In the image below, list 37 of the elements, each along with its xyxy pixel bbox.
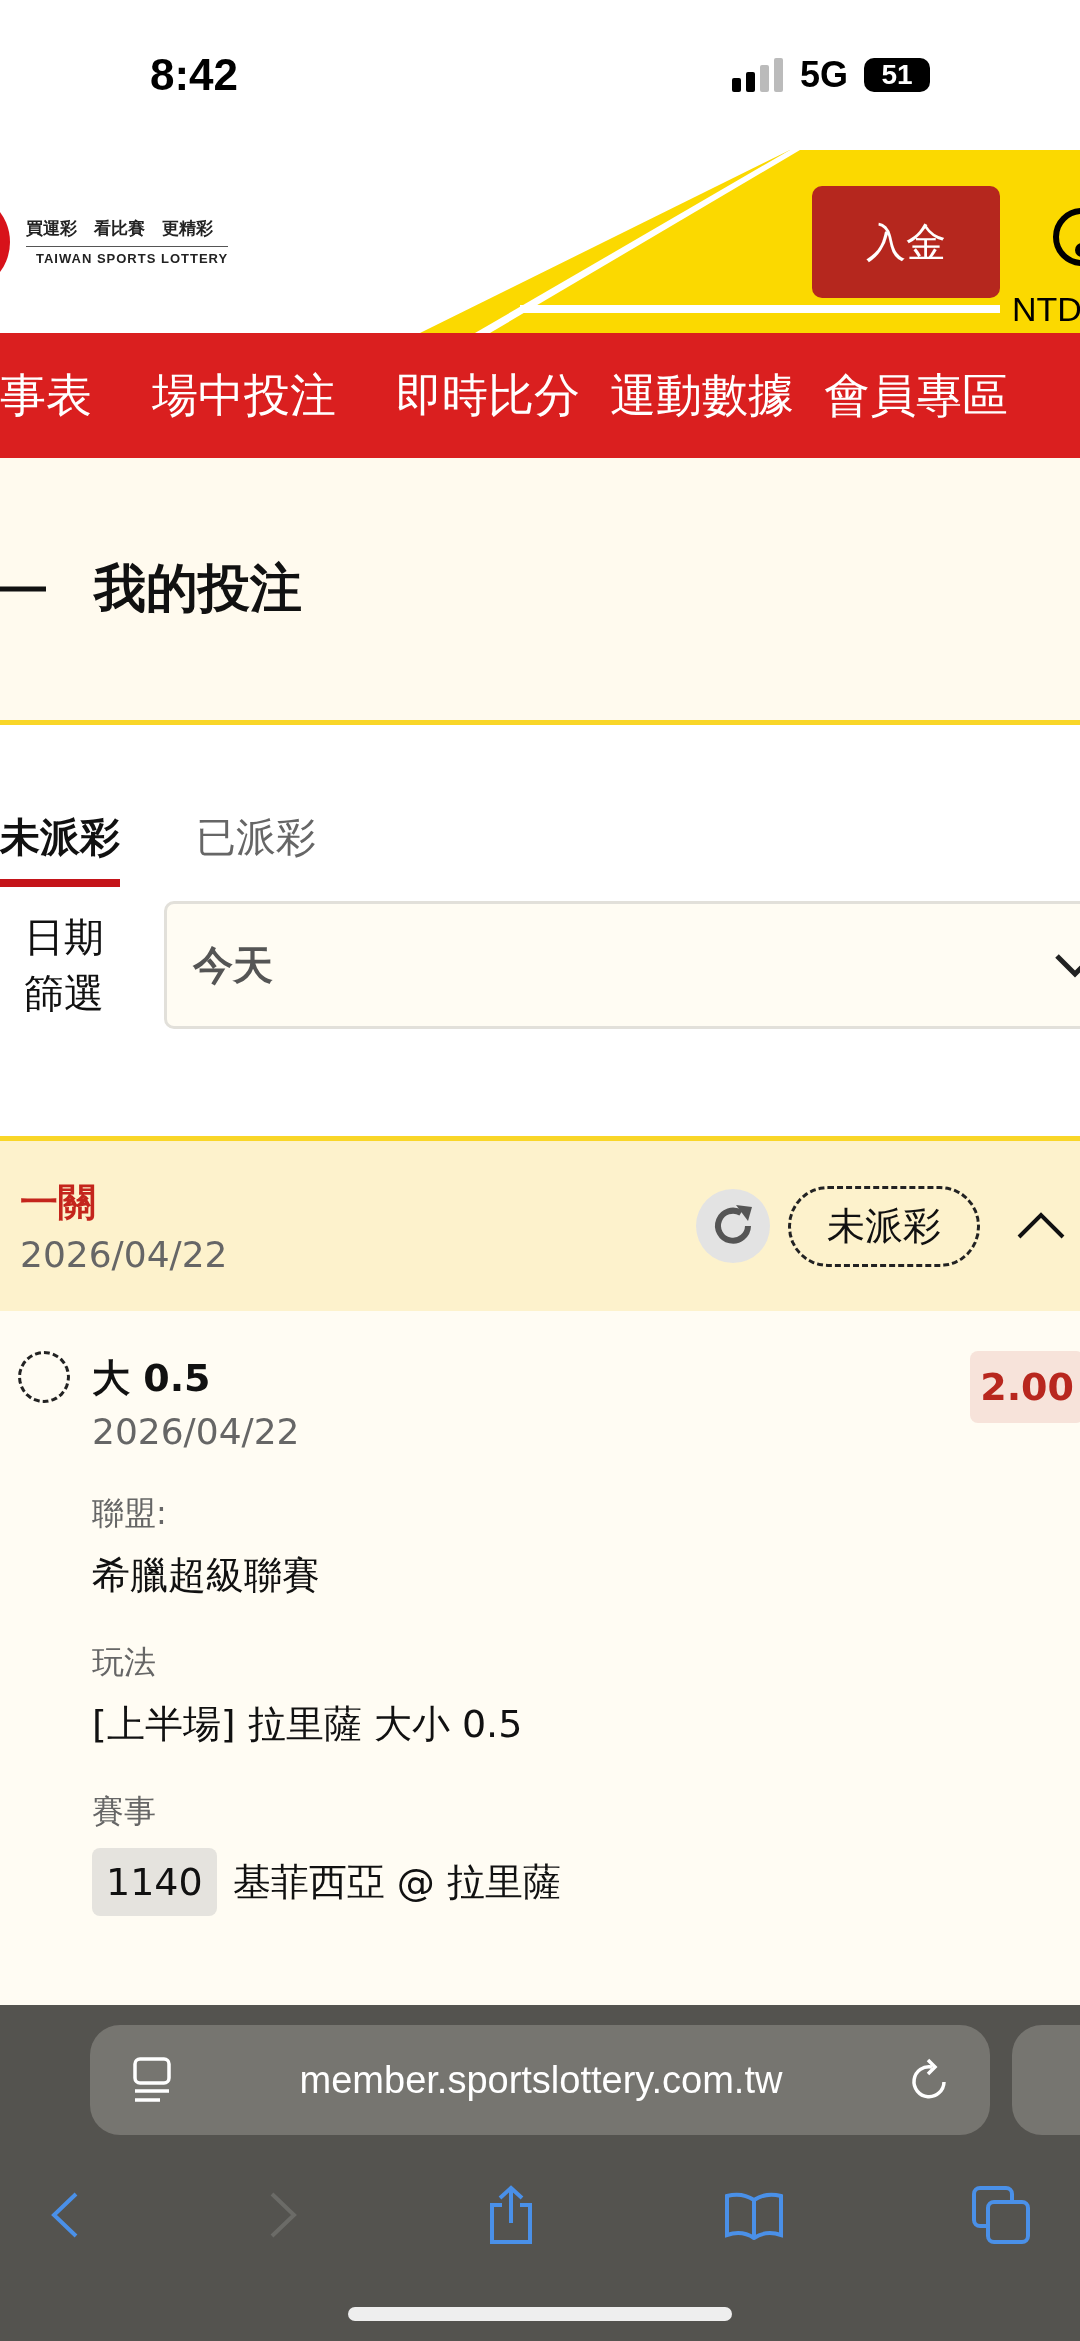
page-title: 我的投注 bbox=[94, 557, 302, 620]
currency-label: NTD bbox=[1012, 290, 1080, 329]
date-select[interactable]: 今天 bbox=[164, 901, 1080, 1029]
nav-link[interactable]: 運動數據 bbox=[610, 364, 794, 427]
logo-tagline: 買運彩 看比賽 更精彩 bbox=[26, 217, 229, 247]
selection-pick: 大 0.5 bbox=[92, 1355, 211, 1402]
nav-link[interactable]: 即時比分 bbox=[396, 364, 580, 427]
tab[interactable]: 已派彩 bbox=[196, 810, 316, 887]
nav-link[interactable]: 場中投注 bbox=[152, 364, 336, 427]
bet-type: 一關 bbox=[20, 1179, 97, 1226]
filter-label: 日期篩選 bbox=[24, 913, 105, 1018]
field-value: [上半場] 拉里薩 大小 0.5 bbox=[92, 1701, 524, 1748]
network-label: 5G bbox=[799, 54, 848, 96]
pending-indicator-icon bbox=[18, 1351, 70, 1403]
match-code: 1140 bbox=[92, 1848, 217, 1916]
odds-value: 2.00 bbox=[970, 1351, 1080, 1423]
tab[interactable]: 未派彩 bbox=[0, 810, 120, 887]
field-label: 賽事 bbox=[92, 1791, 157, 1832]
back-icon[interactable] bbox=[50, 2191, 80, 2239]
deposit-button[interactable]: 入金 bbox=[812, 186, 1000, 298]
field-label: 玩法 bbox=[92, 1642, 157, 1683]
url-text[interactable]: member.sportslottery.com.tw bbox=[299, 2058, 783, 2102]
field-value: 基菲西亞 @ 拉里薩 bbox=[232, 1858, 561, 1906]
field-value: 希臘超級聯賽 bbox=[92, 1552, 321, 1599]
status-time: 8:42 bbox=[150, 50, 239, 100]
book-icon[interactable] bbox=[724, 2190, 784, 2240]
nav-link[interactable]: 事表 bbox=[0, 364, 92, 427]
logo-brand: TAIWAN SPORTS LOTTERY bbox=[35, 251, 229, 266]
page-menu-icon[interactable] bbox=[132, 2057, 172, 2103]
signal-icon bbox=[731, 58, 784, 92]
nav-link[interactable]: 會員專區 bbox=[824, 364, 1008, 427]
status-badge: 未派彩 bbox=[788, 1185, 980, 1267]
field-label: 聯盟: bbox=[92, 1493, 168, 1534]
bet-date: 2026/04/22 bbox=[20, 1234, 228, 1275]
tabs-icon[interactable] bbox=[972, 2186, 1030, 2244]
selection-date: 2026/04/22 bbox=[92, 1411, 301, 1452]
battery-level: 51 bbox=[864, 58, 930, 92]
